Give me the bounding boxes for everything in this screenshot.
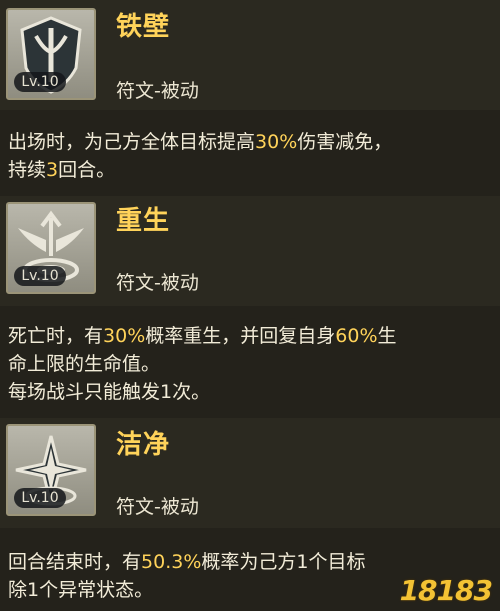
level-badge: Lv.10 — [14, 72, 66, 92]
skill-icon-frame[interactable]: Lv.10 — [6, 8, 96, 100]
skill-type: 符文-被动 — [116, 272, 199, 294]
desc-line: 死亡时，有30%概率重生，并回复自身60%生 — [8, 325, 397, 347]
skill-description: 死亡时，有30%概率重生，并回复自身60%生 命上限的生命值。 每场战斗只能触发… — [8, 322, 496, 406]
skill-type: 符文-被动 — [116, 80, 199, 102]
level-badge: Lv.10 — [14, 266, 66, 286]
desc-line: 回合结束时，有50.3%概率为己方1个目标 — [8, 551, 366, 573]
watermark-logo: 18183 — [399, 574, 493, 607]
skill-type: 符文-被动 — [116, 496, 199, 518]
skill-name: 铁壁 — [116, 12, 171, 42]
skill-name: 洁净 — [116, 430, 171, 460]
skill-icon-frame[interactable]: Lv.10 — [6, 424, 96, 516]
desc-line: 持续3回合。 — [8, 159, 116, 181]
skill-description: 出场时，为己方全体目标提高30%伤害减免， 持续3回合。 — [8, 128, 496, 184]
skill-icon-frame[interactable]: Lv.10 — [6, 202, 96, 294]
desc-line: 命上限的生命值。 — [8, 353, 161, 375]
skill-name: 重生 — [116, 206, 171, 236]
desc-line: 出场时，为己方全体目标提高30%伤害减免， — [8, 131, 393, 153]
level-badge: Lv.10 — [14, 488, 66, 508]
desc-line: 每场战斗只能触发1次。 — [8, 381, 211, 403]
